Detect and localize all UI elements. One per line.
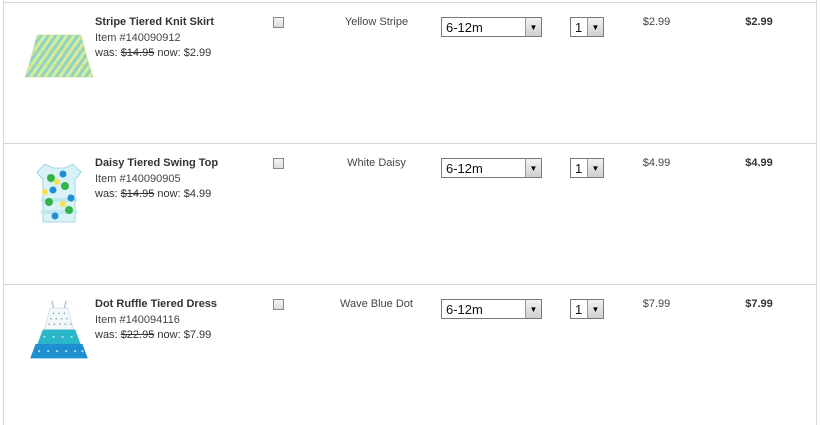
was-price: $14.95	[120, 47, 155, 59]
quantity-value: 1	[575, 302, 583, 317]
daisy-top-image[interactable]	[23, 158, 95, 230]
price-line: was: $22.95 now: $7.99	[95, 329, 211, 341]
size-value: 6-12m	[446, 302, 483, 317]
chevron-down-icon[interactable]: ▼	[525, 300, 541, 318]
was-label: was:	[95, 188, 118, 200]
product-name[interactable]: Daisy Tiered Swing Top	[95, 157, 218, 169]
was-price: $14.95	[120, 188, 155, 200]
chevron-down-icon[interactable]: ▼	[525, 159, 541, 177]
row-checkbox[interactable]	[273, 299, 284, 310]
row-checkbox[interactable]	[273, 17, 284, 28]
size-select[interactable]: 6-12m ▼	[441, 158, 542, 178]
quantity-select[interactable]: 1 ▼	[570, 17, 604, 37]
size-value: 6-12m	[446, 161, 483, 176]
item-number: Item #140090912	[95, 32, 181, 44]
dot-dress-image[interactable]	[23, 299, 95, 371]
was-label: was:	[95, 329, 118, 341]
price-line: was: $14.95 now: $2.99	[95, 47, 211, 59]
cart-row: Dot Ruffle Tiered Dress Item #140094116 …	[4, 284, 816, 425]
item-number: Item #140094116	[95, 314, 180, 326]
color-label: White Daisy	[347, 157, 406, 169]
was-label: was:	[95, 47, 118, 59]
item-number: Item #140090905	[95, 173, 181, 185]
chevron-down-icon[interactable]: ▼	[587, 159, 603, 177]
size-select[interactable]: 6-12m ▼	[441, 17, 542, 37]
quantity-value: 1	[575, 20, 583, 35]
line-total: $7.99	[745, 298, 773, 310]
now-label: now:	[157, 329, 181, 341]
line-total: $2.99	[745, 16, 773, 28]
unit-price: $4.99	[642, 157, 671, 169]
size-value: 6-12m	[446, 20, 483, 35]
now-label: now:	[157, 188, 181, 200]
row-checkbox[interactable]	[273, 158, 284, 169]
price-line: was: $14.95 now: $4.99	[95, 188, 211, 200]
now-price: $4.99	[183, 188, 212, 200]
product-name[interactable]: Dot Ruffle Tiered Dress	[95, 298, 217, 310]
quantity-select[interactable]: 1 ▼	[570, 299, 604, 319]
quantity-value: 1	[575, 161, 583, 176]
now-label: now:	[157, 47, 181, 59]
size-select[interactable]: 6-12m ▼	[441, 299, 542, 319]
now-price: $7.99	[183, 329, 212, 341]
chevron-down-icon[interactable]: ▼	[587, 18, 603, 36]
unit-price: $7.99	[642, 298, 671, 310]
cart-row: Daisy Tiered Swing Top Item #140090905 w…	[4, 143, 816, 284]
chevron-down-icon[interactable]: ▼	[525, 18, 541, 36]
unit-price: $2.99	[642, 16, 671, 28]
cart-row: Stripe Tiered Knit Skirt Item #140090912…	[4, 2, 816, 143]
color-label: Yellow Stripe	[344, 16, 409, 28]
color-label: Wave Blue Dot	[340, 298, 413, 310]
product-name[interactable]: Stripe Tiered Knit Skirt	[95, 16, 214, 28]
quantity-select[interactable]: 1 ▼	[570, 158, 604, 178]
chevron-down-icon[interactable]: ▼	[587, 300, 603, 318]
line-total: $4.99	[745, 157, 773, 169]
stripe-skirt-image[interactable]	[23, 17, 95, 89]
was-price: $22.95	[120, 329, 155, 341]
now-price: $2.99	[183, 47, 212, 59]
